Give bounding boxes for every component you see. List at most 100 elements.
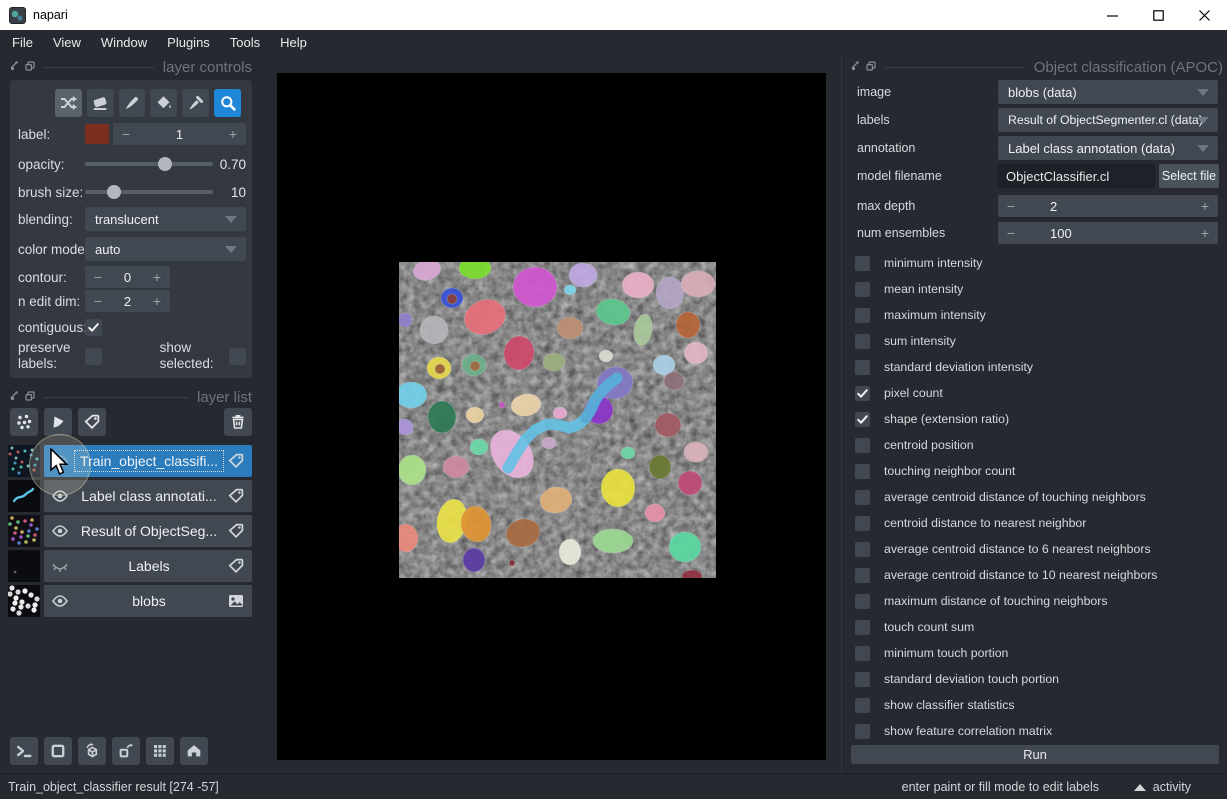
layer-name[interactable]: Labels: [71, 558, 227, 574]
brush-size-slider[interactable]: [85, 181, 213, 203]
picker-tool-button[interactable]: [182, 89, 209, 117]
contiguous-label: contiguous:: [18, 320, 85, 335]
select-file-button[interactable]: Select file: [1159, 164, 1219, 188]
feature-checkbox[interactable]: [855, 620, 870, 635]
activity-button[interactable]: activity: [1134, 780, 1191, 794]
feature-label: centroid distance to nearest neighbor: [884, 516, 1086, 530]
layer-row[interactable]: blobs: [44, 585, 252, 617]
model-filename-input[interactable]: ObjectClassifier.cl: [998, 164, 1155, 188]
contiguous-checkbox[interactable]: [85, 319, 102, 336]
contour-increment[interactable]: +: [144, 269, 170, 285]
color-mode-dropdown[interactable]: auto: [85, 237, 246, 261]
feature-checkbox[interactable]: [855, 308, 870, 323]
roll-dims-button[interactable]: [78, 737, 106, 765]
feature-checkbox[interactable]: [855, 698, 870, 713]
max-depth-spinbox[interactable]: − 2 +: [998, 195, 1218, 217]
feature-checkbox[interactable]: [855, 516, 870, 531]
feature-checkbox[interactable]: [855, 672, 870, 687]
menu-plugins[interactable]: Plugins: [157, 30, 220, 56]
menu-file[interactable]: File: [2, 30, 43, 56]
num-ensembles-decrement[interactable]: −: [998, 225, 1024, 241]
grid-button[interactable]: [146, 737, 174, 765]
points-layer-button[interactable]: [10, 408, 38, 436]
feature-checkbox[interactable]: [855, 412, 870, 427]
feature-checkbox[interactable]: [855, 360, 870, 375]
n-edit-dim-decrement[interactable]: −: [85, 293, 111, 309]
dock-hide-icon[interactable]: [10, 58, 20, 76]
feature-checkbox[interactable]: [855, 464, 870, 479]
layer-name[interactable]: Result of ObjectSeg...: [71, 523, 227, 539]
menu-tools[interactable]: Tools: [220, 30, 270, 56]
console-button[interactable]: [10, 737, 38, 765]
dock-float-icon[interactable]: [866, 58, 876, 76]
opacity-slider[interactable]: [85, 153, 213, 175]
feature-checkbox[interactable]: [855, 542, 870, 557]
ndisplay-button[interactable]: [44, 737, 72, 765]
label-increment[interactable]: +: [220, 126, 246, 142]
dock-float-icon[interactable]: [25, 58, 35, 76]
menu-window[interactable]: Window: [91, 30, 157, 56]
brush-tool-button[interactable]: [119, 89, 146, 117]
num-ensembles-increment[interactable]: +: [1192, 225, 1218, 241]
preserve-labels-checkbox[interactable]: [85, 348, 102, 365]
annotation-dropdown[interactable]: Label class annotation (data): [998, 136, 1218, 160]
transpose-button[interactable]: [112, 737, 140, 765]
layer-name[interactable]: blobs: [71, 593, 227, 609]
opacity-label: opacity:: [18, 157, 85, 172]
maximize-button[interactable]: [1135, 0, 1181, 30]
menu-help[interactable]: Help: [270, 30, 317, 56]
contour-decrement[interactable]: −: [85, 269, 111, 285]
feature-checkbox[interactable]: [855, 256, 870, 271]
feature-checkbox[interactable]: [855, 386, 870, 401]
blending-dropdown[interactable]: translucent: [85, 207, 246, 231]
label-spinbox[interactable]: − 1 +: [113, 123, 246, 145]
labels-layer-button[interactable]: [78, 408, 106, 436]
max-depth-decrement[interactable]: −: [998, 198, 1024, 214]
layer-name[interactable]: Label class annotati...: [71, 488, 227, 504]
dock-splitter[interactable]: [841, 56, 842, 773]
delete-layer-button[interactable]: [224, 408, 252, 436]
layer-name[interactable]: Train_object_classifi...: [71, 450, 227, 472]
dock-float-icon[interactable]: [25, 388, 35, 406]
close-button[interactable]: [1181, 0, 1227, 30]
eye-open-icon[interactable]: [51, 592, 71, 610]
feature-checkbox[interactable]: [855, 282, 870, 297]
feature-checkbox[interactable]: [855, 334, 870, 349]
label-color-swatch[interactable]: [85, 124, 109, 144]
image-dropdown[interactable]: blobs (data): [998, 80, 1218, 104]
eye-open-icon[interactable]: [51, 522, 71, 540]
layer-row[interactable]: Labels: [44, 550, 252, 582]
labels-field-label: labels: [857, 113, 890, 127]
minimize-button[interactable]: [1089, 0, 1135, 30]
feature-checkbox[interactable]: [855, 724, 870, 739]
shuffle-tool-button[interactable]: [55, 89, 82, 117]
menu-view[interactable]: View: [43, 30, 91, 56]
labels-tools-row: [55, 89, 246, 117]
n-edit-dim-spinbox[interactable]: − 2 +: [85, 290, 170, 312]
n-edit-dim-increment[interactable]: +: [144, 293, 170, 309]
viewer-canvas[interactable]: [277, 73, 826, 760]
contour-spinbox[interactable]: − 0 +: [85, 266, 170, 288]
show-selected-label: show selected:: [160, 340, 221, 372]
feature-checkbox[interactable]: [855, 594, 870, 609]
layer-row[interactable]: Result of ObjectSeg...: [44, 515, 252, 547]
label-decrement[interactable]: −: [113, 126, 139, 142]
num-ensembles-spinbox[interactable]: − 100 +: [998, 222, 1218, 244]
shapes-layer-button[interactable]: [44, 408, 72, 436]
eye-closed-icon[interactable]: [51, 557, 71, 575]
feature-checkbox[interactable]: [855, 490, 870, 505]
eraser-tool-button[interactable]: [87, 89, 114, 117]
zoom-tool-button[interactable]: [214, 89, 241, 117]
show-selected-checkbox[interactable]: [229, 348, 246, 365]
max-depth-increment[interactable]: +: [1192, 198, 1218, 214]
labels-dropdown[interactable]: Result of ObjectSegmenter.cl (data): [998, 108, 1218, 132]
run-button[interactable]: Run: [851, 745, 1219, 764]
feature-checkbox[interactable]: [855, 646, 870, 661]
feature-checkbox[interactable]: [855, 568, 870, 583]
dock-hide-icon[interactable]: [851, 58, 861, 76]
dock-hide-icon[interactable]: [10, 388, 20, 406]
blobs-image[interactable]: [399, 262, 716, 578]
feature-checkbox[interactable]: [855, 438, 870, 453]
home-button[interactable]: [180, 737, 208, 765]
fill-tool-button[interactable]: [150, 89, 177, 117]
